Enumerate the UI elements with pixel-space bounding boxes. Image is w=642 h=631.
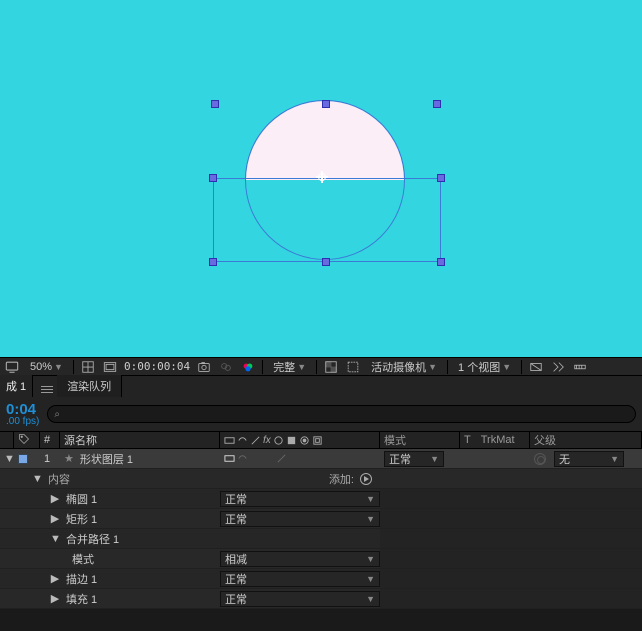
pixel-aspect-icon[interactable] bbox=[528, 359, 544, 375]
add-label: 添加: bbox=[329, 471, 354, 487]
stroke-mode-dropdown[interactable]: 正常▼ bbox=[220, 571, 380, 587]
rectangle-label: 矩形 1 bbox=[66, 511, 97, 527]
selection-handle[interactable] bbox=[322, 100, 330, 108]
selection-handle[interactable] bbox=[209, 258, 217, 266]
rectangle-selection-bounds[interactable] bbox=[213, 178, 441, 262]
col-mode[interactable]: 模式 bbox=[380, 432, 460, 448]
grid-icon[interactable] bbox=[80, 359, 96, 375]
tab-composition[interactable]: 成 1 bbox=[0, 375, 33, 397]
stroke-label: 描边 1 bbox=[66, 571, 97, 587]
twirl-right-icon[interactable]: ▶ bbox=[50, 492, 60, 505]
ellipse-mode-dropdown[interactable]: 正常▼ bbox=[220, 491, 380, 507]
camera-value: 活动摄像机 bbox=[371, 359, 426, 375]
twirl-right-icon[interactable]: ▶ bbox=[50, 512, 60, 525]
twirl-down-icon[interactable]: ▼ bbox=[4, 453, 14, 465]
current-timecode[interactable]: 0:00:00:04 bbox=[124, 360, 190, 373]
composition-viewport[interactable] bbox=[0, 0, 642, 357]
merge-mode-label: 模式 bbox=[72, 551, 94, 567]
shy-star-icon[interactable]: ★ bbox=[64, 452, 74, 465]
twirl-right-icon[interactable]: ▶ bbox=[50, 592, 60, 605]
tag-icon bbox=[18, 433, 30, 448]
layer-row[interactable]: ▼ 1 ★ 形状图层 1 正常▼ 无▼ bbox=[0, 449, 642, 469]
chevron-down-icon: ▼ bbox=[297, 362, 306, 372]
selection-handle[interactable] bbox=[437, 174, 445, 182]
rect-mode-dropdown[interactable]: 正常▼ bbox=[220, 511, 380, 527]
zoom-value: 50% bbox=[30, 361, 52, 373]
search-input[interactable] bbox=[66, 408, 629, 420]
timeline-toggle-icon[interactable] bbox=[572, 359, 588, 375]
selection-handle[interactable] bbox=[209, 174, 217, 182]
layer-color-label[interactable] bbox=[18, 454, 28, 464]
prop-row-rectangle[interactable]: ▶ 矩形 1 正常▼ bbox=[0, 509, 642, 529]
viewer-footer-bar: 50% ▼ 0:00:00:04 完整 ▼ 活动摄像机 ▼ 1 个视图 ▼ bbox=[0, 357, 642, 375]
selection-handle[interactable] bbox=[322, 258, 330, 266]
twirl-right-icon[interactable]: ▶ bbox=[50, 572, 60, 585]
prop-row-ellipse[interactable]: ▶ 椭圆 1 正常▼ bbox=[0, 489, 642, 509]
parent-pickwhip-icon[interactable] bbox=[534, 453, 546, 465]
col-source-name[interactable]: 源名称 bbox=[60, 432, 220, 448]
twirl-down-icon[interactable]: ▼ bbox=[50, 533, 60, 545]
fill-mode-dropdown[interactable]: 正常▼ bbox=[220, 591, 380, 607]
show-snapshot-icon[interactable] bbox=[218, 359, 234, 375]
layer-switches[interactable] bbox=[224, 453, 326, 464]
layer-index: 1 bbox=[44, 453, 50, 465]
selection-handle[interactable] bbox=[211, 100, 219, 108]
chevron-down-icon: ▼ bbox=[54, 362, 63, 372]
safe-zones-icon[interactable] bbox=[102, 359, 118, 375]
timeline-panel-tabs: 成 1 渲染队列 bbox=[0, 375, 642, 397]
merge-mode-dropdown[interactable]: 相减▼ bbox=[220, 551, 380, 567]
twirl-down-icon[interactable]: ▼ bbox=[32, 473, 42, 485]
monitor-icon[interactable] bbox=[4, 359, 20, 375]
layer-search-box[interactable]: ⌕ bbox=[47, 405, 636, 423]
selection-handle[interactable] bbox=[437, 258, 445, 266]
ellipse-label: 椭圆 1 bbox=[66, 491, 97, 507]
layer-name[interactable]: 形状图层 1 bbox=[80, 451, 133, 467]
prop-row-stroke[interactable]: ▶ 描边 1 正常▼ bbox=[0, 569, 642, 589]
chevron-down-icon: ▼ bbox=[502, 362, 511, 372]
transparency-grid-icon[interactable] bbox=[323, 359, 339, 375]
prop-row-merge-mode[interactable]: 模式 相减▼ bbox=[0, 549, 642, 569]
prop-row-merge-paths[interactable]: ▼ 合并路径 1 bbox=[0, 529, 642, 549]
resolution-value: 完整 bbox=[273, 359, 295, 375]
contents-add-row: ▼ 内容 添加: bbox=[0, 469, 642, 489]
col-eye[interactable] bbox=[0, 432, 14, 448]
blend-mode-dropdown[interactable]: 正常▼ bbox=[384, 451, 444, 467]
current-time-display[interactable]: 0:04 bbox=[6, 402, 39, 417]
chevron-down-icon: ▼ bbox=[428, 362, 437, 372]
col-index[interactable]: # bbox=[40, 432, 60, 448]
fill-label: 填充 1 bbox=[66, 591, 97, 607]
col-switches[interactable]: fx bbox=[220, 432, 380, 448]
camera-dropdown[interactable]: 活动摄像机 ▼ bbox=[367, 359, 441, 375]
panel-menu-icon[interactable] bbox=[37, 382, 57, 397]
snapshot-icon[interactable] bbox=[196, 359, 212, 375]
switches-header-icons: fx bbox=[224, 435, 323, 446]
resolution-dropdown[interactable]: 完整 ▼ bbox=[269, 359, 310, 375]
views-value: 1 个视图 bbox=[458, 359, 500, 375]
col-parent[interactable]: 父级 bbox=[530, 432, 642, 448]
contents-label: 内容 bbox=[48, 471, 70, 487]
views-dropdown[interactable]: 1 个视图 ▼ bbox=[454, 359, 515, 375]
col-trkmat[interactable]: T TrkMat bbox=[460, 432, 530, 448]
fps-display: .00 fps) bbox=[6, 417, 39, 427]
zoom-dropdown[interactable]: 50% ▼ bbox=[26, 361, 67, 373]
timeline-info-row: 0:04 .00 fps) ⌕ bbox=[0, 397, 642, 431]
color-management-icon[interactable] bbox=[240, 359, 256, 375]
tab-render-queue[interactable]: 渲染队列 bbox=[57, 375, 122, 397]
col-label-tag[interactable] bbox=[14, 432, 40, 448]
selection-handle[interactable] bbox=[433, 100, 441, 108]
tab-comp-label: 成 1 bbox=[6, 381, 26, 393]
region-of-interest-icon[interactable] bbox=[345, 359, 361, 375]
parent-dropdown[interactable]: 无▼ bbox=[554, 451, 624, 467]
prop-row-fill[interactable]: ▶ 填充 1 正常▼ bbox=[0, 589, 642, 609]
tab-render-label: 渲染队列 bbox=[67, 381, 111, 393]
merge-paths-label: 合并路径 1 bbox=[66, 531, 119, 547]
add-shape-button[interactable] bbox=[360, 473, 372, 485]
search-icon: ⌕ bbox=[54, 409, 60, 420]
anchor-point-icon[interactable] bbox=[316, 171, 328, 183]
fast-preview-icon[interactable] bbox=[550, 359, 566, 375]
timeline-column-headers: # 源名称 fx 模式 T TrkMat 父级 bbox=[0, 431, 642, 449]
merged-shape-fill bbox=[245, 100, 405, 180]
